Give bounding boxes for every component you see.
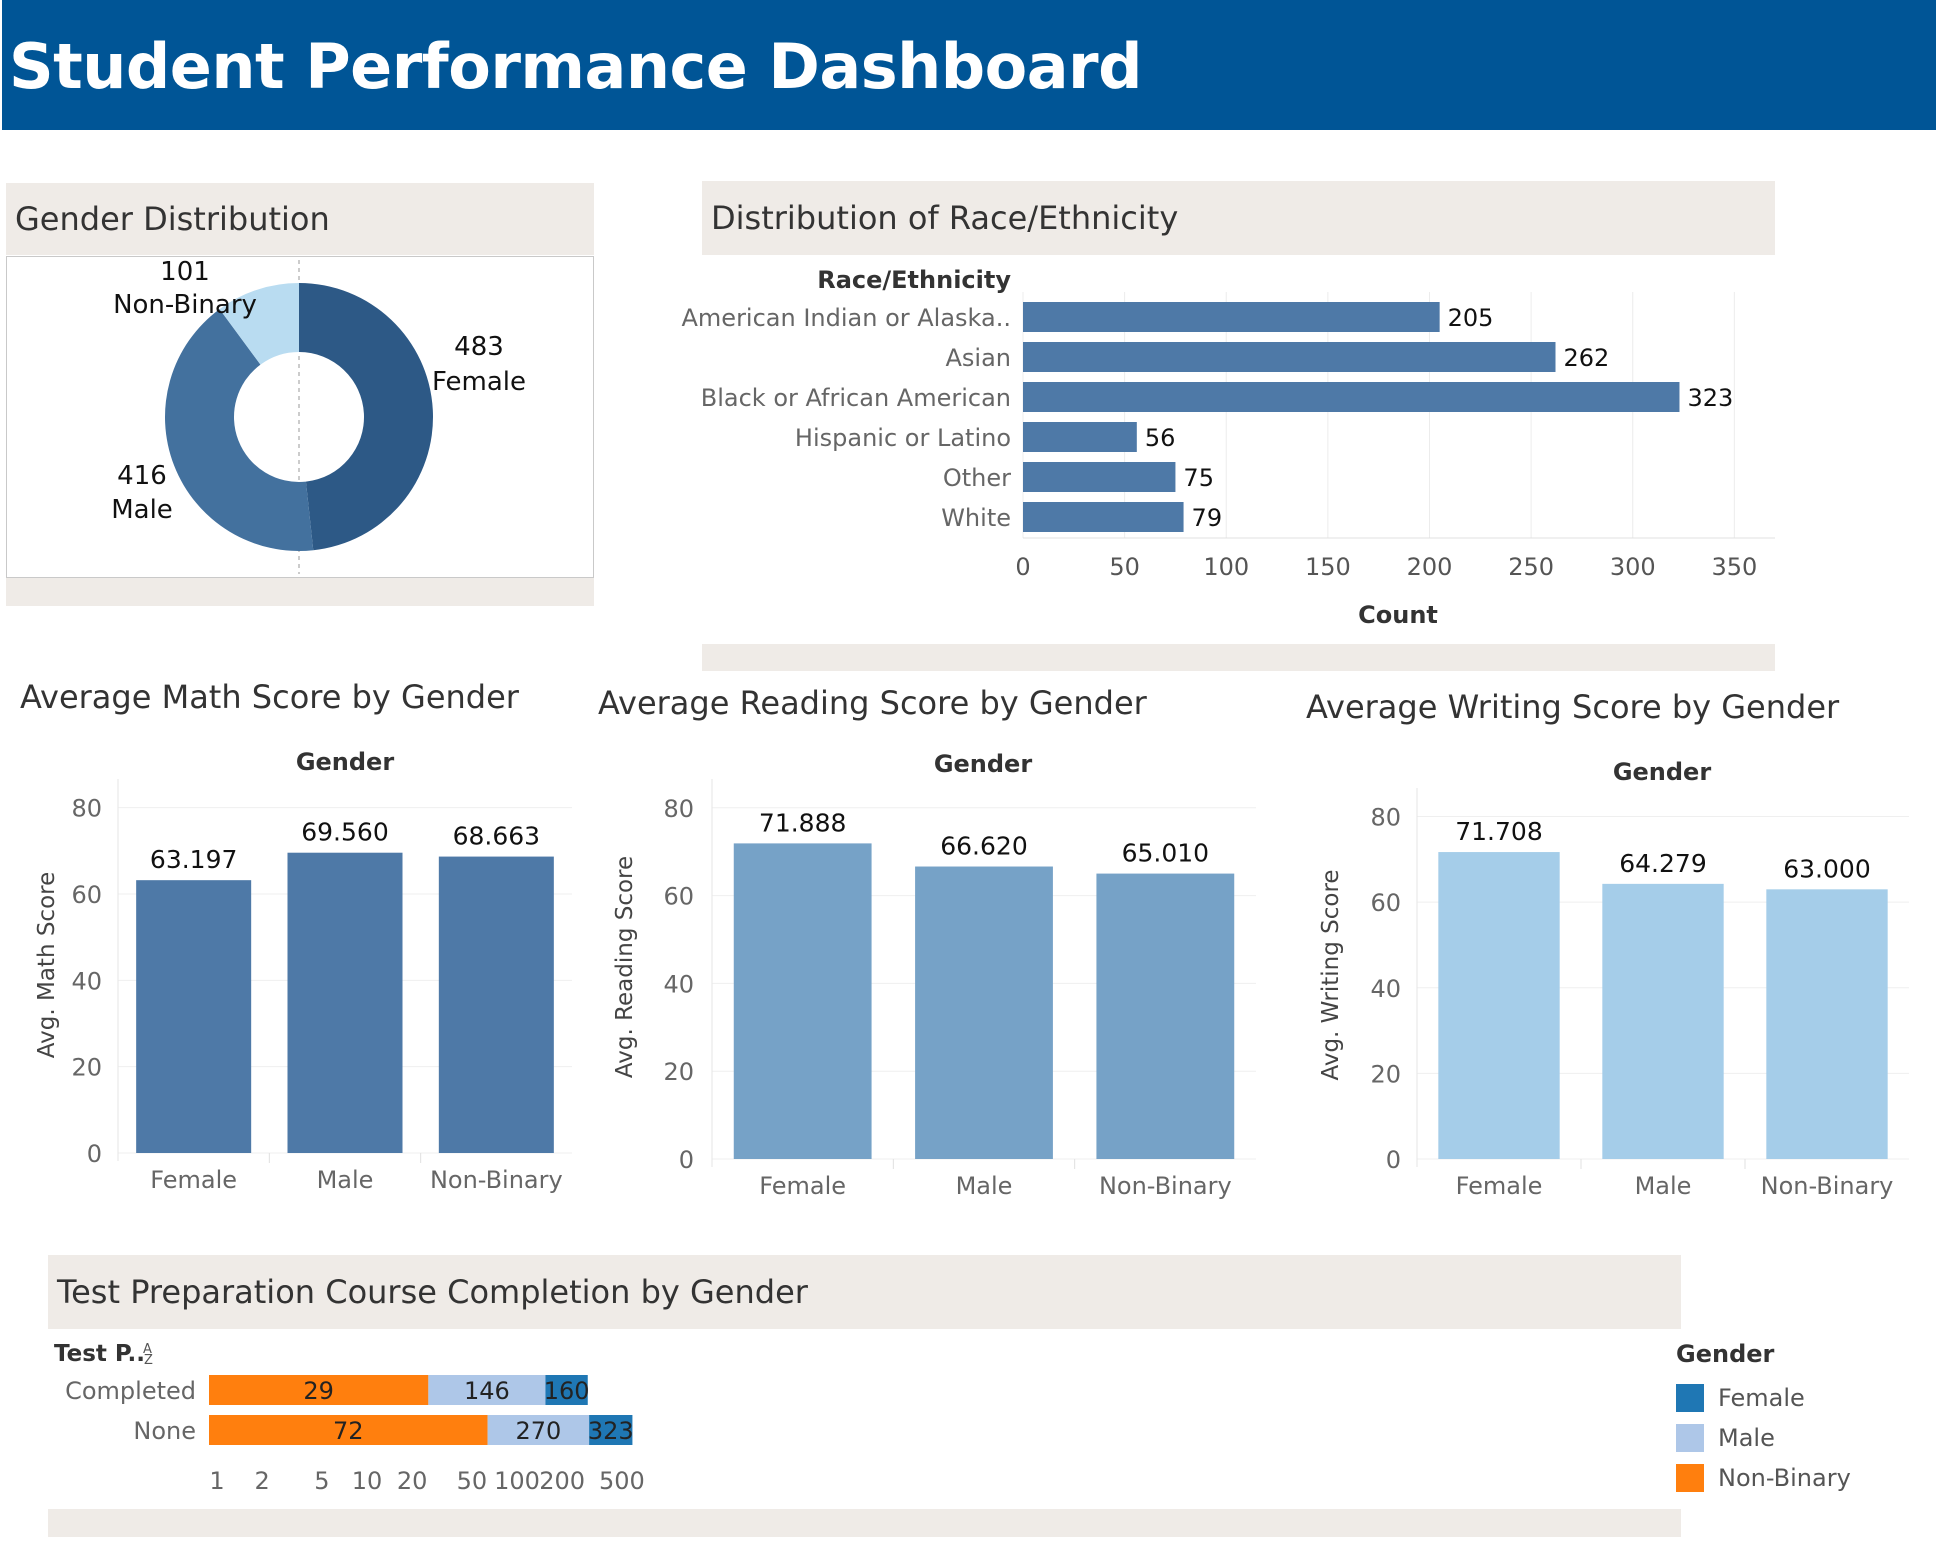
prep-value-label: 146 bbox=[464, 1377, 510, 1405]
prep-category-label: Completed bbox=[65, 1377, 196, 1405]
prep-value-label: 323 bbox=[588, 1417, 634, 1445]
prep-x-tick-label: 5 bbox=[314, 1467, 329, 1495]
prep-category-label: None bbox=[133, 1417, 196, 1445]
prep-value-label: 29 bbox=[303, 1377, 334, 1405]
legend-label-male: Male bbox=[1718, 1424, 1775, 1452]
prep-x-tick-label: 1 bbox=[209, 1467, 224, 1495]
legend-swatch-male bbox=[1676, 1424, 1704, 1452]
prep-x-tick-label: 2 bbox=[255, 1467, 270, 1495]
legend-item-male[interactable]: Male bbox=[1676, 1418, 1851, 1458]
prep-x-tick-label: 10 bbox=[352, 1467, 383, 1495]
prep-x-tick-label: 100 bbox=[494, 1467, 540, 1495]
prep-x-tick-label: 20 bbox=[397, 1467, 428, 1495]
legend-title: Gender bbox=[1676, 1340, 1775, 1368]
prep-value-label: 72 bbox=[333, 1417, 364, 1445]
prep-value-label: 270 bbox=[515, 1417, 561, 1445]
sort-alpha-icon-z: Z bbox=[144, 1353, 153, 1368]
legend-label-female: Female bbox=[1718, 1384, 1805, 1412]
prep-x-tick-label: 50 bbox=[457, 1467, 488, 1495]
legend-swatch-nonbinary bbox=[1676, 1464, 1704, 1492]
prep-row-header: Test P.. bbox=[54, 1341, 145, 1367]
gender-legend: Gender Female Male Non-Binary bbox=[1676, 1340, 1851, 1498]
prep-value-label: 160 bbox=[544, 1377, 590, 1405]
legend-label-nonbinary: Non-Binary bbox=[1718, 1464, 1851, 1492]
prep-x-tick-label: 200 bbox=[539, 1467, 585, 1495]
legend-item-nonbinary[interactable]: Non-Binary bbox=[1676, 1458, 1851, 1498]
prep-x-tick-label: 500 bbox=[599, 1467, 645, 1495]
legend-item-female[interactable]: Female bbox=[1676, 1378, 1851, 1418]
prep-stacked-bar-chart: Test P..AZ1 2 5 10 20 50 100 200 500Completed 29 1… bbox=[54, 1341, 645, 1495]
legend-swatch-female bbox=[1676, 1384, 1704, 1412]
